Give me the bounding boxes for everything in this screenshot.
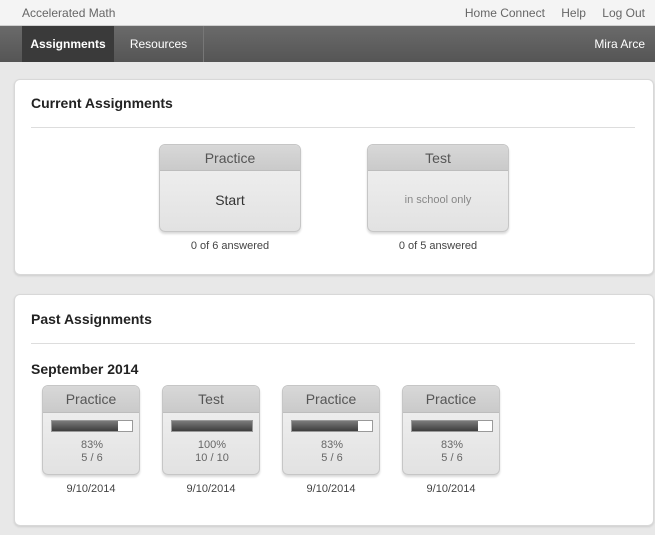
in-school-only-label: in school only — [404, 194, 472, 206]
past-assignment-card[interactable]: Practice 83% 5 / 6 — [42, 385, 140, 475]
score-fraction: 5 / 6 — [81, 452, 103, 464]
nav-bar: Assignments Resources Mira Arce — [0, 26, 655, 62]
help-link[interactable]: Help — [561, 6, 586, 20]
progress-bar-fill — [292, 421, 359, 431]
divider — [31, 343, 635, 344]
current-assignments-panel: Current Assignments Practice Start 0 of … — [14, 79, 654, 275]
home-connect-link[interactable]: Home Connect — [465, 6, 545, 20]
card-type-label: Practice — [283, 386, 379, 413]
start-button[interactable]: Start — [160, 171, 300, 229]
current-test-card: Test in school only — [367, 144, 509, 232]
assignment-date: 9/10/2014 — [306, 483, 356, 495]
progress-bar-fill — [172, 421, 252, 431]
user-name[interactable]: Mira Arce — [594, 26, 645, 62]
answered-count: 0 of 6 answered — [190, 240, 270, 252]
card-type-label: Test — [163, 386, 259, 413]
past-assignment-card[interactable]: Practice 83% 5 / 6 — [402, 385, 500, 475]
card-type-label: Test — [368, 145, 508, 171]
assignment-date: 9/10/2014 — [186, 483, 236, 495]
score-percent: 100% — [197, 439, 227, 451]
top-links: Home Connect Help Log Out — [452, 6, 645, 20]
progress-bar — [51, 420, 133, 432]
tab-assignments[interactable]: Assignments — [22, 26, 114, 62]
assignment-date: 9/10/2014 — [66, 483, 116, 495]
score-percent: 83% — [320, 439, 344, 451]
card-type-label: Practice — [43, 386, 139, 413]
past-assignment-card[interactable]: Test 100% 10 / 10 — [162, 385, 260, 475]
progress-bar-fill — [52, 421, 119, 431]
current-assignments-title: Current Assignments — [31, 95, 173, 111]
answered-count: 0 of 5 answered — [398, 240, 478, 252]
card-type-label: Practice — [160, 145, 300, 171]
progress-bar — [291, 420, 373, 432]
progress-bar-fill — [412, 421, 479, 431]
progress-bar — [171, 420, 253, 432]
score-percent: 83% — [80, 439, 104, 451]
past-assignment-card[interactable]: Practice 83% 5 / 6 — [282, 385, 380, 475]
top-bar: Accelerated Math Home Connect Help Log O… — [0, 0, 655, 26]
progress-bar — [411, 420, 493, 432]
past-assignments-title: Past Assignments — [31, 311, 152, 327]
assignment-date: 9/10/2014 — [426, 483, 476, 495]
past-assignments-panel: Past Assignments September 2014 Practice… — [14, 294, 654, 526]
score-fraction: 5 / 6 — [441, 452, 463, 464]
tab-resources[interactable]: Resources — [114, 26, 204, 62]
current-practice-card[interactable]: Practice Start — [159, 144, 301, 232]
score-fraction: 5 / 6 — [321, 452, 343, 464]
score-percent: 83% — [440, 439, 464, 451]
month-heading: September 2014 — [31, 361, 139, 377]
card-type-label: Practice — [403, 386, 499, 413]
log-out-link[interactable]: Log Out — [602, 6, 645, 20]
divider — [31, 127, 635, 128]
app-name: Accelerated Math — [22, 6, 116, 20]
score-fraction: 10 / 10 — [195, 452, 229, 464]
